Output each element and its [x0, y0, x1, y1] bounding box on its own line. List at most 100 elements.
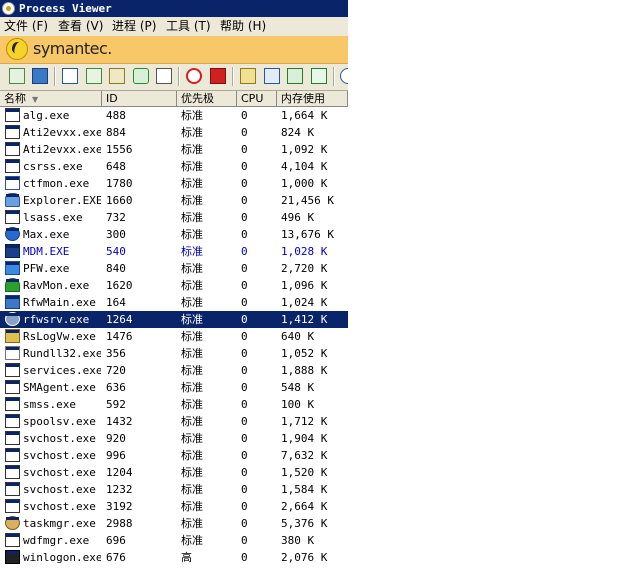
process-memory: 21,456 K [281, 194, 334, 207]
performance-icon[interactable] [264, 68, 280, 84]
process-memory: 1,000 K [281, 177, 328, 190]
table-row[interactable]: services.exe 720 标准 0 1,888 K [0, 362, 348, 379]
table-row[interactable]: MDM.EXE 540 标准 0 1,028 K [0, 243, 348, 260]
menu-file[interactable]: 文件 (F) [4, 17, 48, 36]
process-priority: 标准 [181, 160, 203, 173]
process-cpu: 0 [241, 177, 248, 190]
process-icon [5, 346, 20, 360]
process-name: services.exe [23, 364, 101, 377]
column-header-id[interactable]: ID [102, 91, 177, 107]
process-cpu: 0 [241, 500, 248, 513]
alert-icon[interactable] [210, 68, 226, 84]
table-row[interactable]: RfwMain.exe 164 标准 0 1,024 K [0, 294, 348, 311]
process-name: Rundll32.exe [23, 347, 101, 360]
run-icon[interactable] [133, 68, 149, 84]
windows-icon[interactable] [287, 68, 303, 84]
process-name: wdfmgr.exe [23, 534, 90, 547]
table-row[interactable]: svchost.exe 1232 标准 0 1,584 K [0, 481, 348, 498]
table-row[interactable]: Ati2evxx.exe 1556 标准 0 1,092 K [0, 141, 348, 158]
large-icons-view-icon[interactable] [62, 68, 78, 84]
column-header-cpu[interactable]: CPU [237, 91, 277, 107]
toolbar [0, 64, 348, 91]
process-id: 732 [106, 211, 126, 224]
process-priority: 标准 [181, 483, 203, 496]
process-priority: 标准 [181, 415, 203, 428]
process-id: 3192 [106, 500, 133, 513]
process-cpu: 0 [241, 415, 248, 428]
terminate-process-icon[interactable] [186, 68, 202, 84]
table-row[interactable]: svchost.exe 996 标准 0 7,632 K [0, 447, 348, 464]
process-name: svchost.exe [23, 483, 96, 496]
table-row[interactable]: rfwsrv.exe 1264 标准 0 1,412 K [0, 311, 348, 328]
process-name: svchost.exe [23, 432, 96, 445]
table-row[interactable]: svchost.exe 920 标准 0 1,904 K [0, 430, 348, 447]
refresh-icon[interactable] [9, 68, 25, 84]
table-row[interactable]: Ati2evxx.exe 884 标准 0 824 K [0, 124, 348, 141]
process-icon [5, 516, 20, 530]
process-name: winlogon.exe [23, 551, 101, 564]
table-row[interactable]: spoolsv.exe 1432 标准 0 1,712 K [0, 413, 348, 430]
process-id: 2988 [106, 517, 133, 530]
process-cpu: 0 [241, 228, 248, 241]
process-id: 1620 [106, 279, 133, 292]
modules-icon[interactable] [240, 68, 256, 84]
process-priority: 标准 [181, 126, 203, 139]
details-view-icon[interactable] [156, 68, 172, 84]
column-header-priority[interactable]: 优先极 [177, 91, 237, 107]
process-name: svchost.exe [23, 466, 96, 479]
table-row[interactable]: winlogon.exe 676 高 0 2,076 K [0, 549, 348, 566]
process-id: 164 [106, 296, 126, 309]
table-row[interactable]: SMAgent.exe 636 标准 0 548 K [0, 379, 348, 396]
table-row[interactable]: PFW.exe 840 标准 0 2,720 K [0, 260, 348, 277]
process-id: 592 [106, 398, 126, 411]
table-row[interactable]: RavMon.exe 1620 标准 0 1,096 K [0, 277, 348, 294]
column-header-name[interactable]: 名称 ▼ [0, 91, 102, 107]
process-priority: 标准 [181, 381, 203, 394]
process-icon [5, 380, 20, 394]
save-icon[interactable] [32, 68, 48, 84]
process-memory: 1,584 K [281, 483, 328, 496]
process-priority: 标准 [181, 500, 203, 513]
table-row[interactable]: svchost.exe 3192 标准 0 2,664 K [0, 498, 348, 515]
table-row[interactable]: ctfmon.exe 1780 标准 0 1,000 K [0, 175, 348, 192]
table-row[interactable]: lsass.exe 732 标准 0 496 K [0, 209, 348, 226]
table-row[interactable]: RsLogVw.exe 1476 标准 0 640 K [0, 328, 348, 345]
process-id: 920 [106, 432, 126, 445]
table-row[interactable]: Explorer.EXE 1660 标准 0 21,456 K [0, 192, 348, 209]
small-icons-view-icon[interactable] [86, 68, 102, 84]
process-memory: 100 K [281, 398, 315, 411]
menu-tools[interactable]: 工具 (T) [166, 17, 211, 36]
process-priority: 标准 [181, 177, 203, 190]
process-name: rfwsrv.exe [23, 313, 90, 326]
table-row[interactable]: smss.exe 592 标准 0 100 K [0, 396, 348, 413]
process-icon [5, 312, 20, 326]
process-name: smss.exe [23, 398, 76, 411]
process-priority: 标准 [181, 262, 203, 275]
column-header-memory[interactable]: 内存使用 [277, 91, 348, 107]
process-cpu: 0 [241, 364, 248, 377]
list-view-icon[interactable] [109, 68, 125, 84]
process-memory: 1,052 K [281, 347, 328, 360]
process-name: RsLogVw.exe [23, 330, 96, 343]
process-memory: 1,092 K [281, 143, 328, 156]
table-row[interactable]: svchost.exe 1204 标准 0 1,520 K [0, 464, 348, 481]
table-row[interactable]: taskmgr.exe 2988 标准 0 5,376 K [0, 515, 348, 532]
table-row[interactable]: csrss.exe 648 标准 0 4,104 K [0, 158, 348, 175]
menu-process[interactable]: 进程 (P) [112, 17, 156, 36]
process-name: PFW.exe [23, 262, 70, 275]
properties-icon[interactable] [311, 68, 327, 84]
process-name: SMAgent.exe [23, 381, 96, 394]
process-memory: 1,664 K [281, 109, 328, 122]
table-row[interactable]: Rundll32.exe 356 标准 0 1,052 K [0, 345, 348, 362]
menu-view[interactable]: 查看 (V) [58, 17, 103, 36]
table-row[interactable]: wdfmgr.exe 696 标准 0 380 K [0, 532, 348, 549]
search-icon[interactable] [340, 68, 348, 84]
table-row[interactable]: Max.exe 300 标准 0 13,676 K [0, 226, 348, 243]
menu-help[interactable]: 帮助 (H) [220, 17, 266, 36]
process-id: 488 [106, 109, 126, 122]
process-priority: 标准 [181, 109, 203, 122]
process-name: MDM.EXE [23, 245, 70, 258]
process-cpu: 0 [241, 126, 248, 139]
process-id: 648 [106, 160, 126, 173]
table-row[interactable]: alg.exe 488 标准 0 1,664 K [0, 107, 348, 124]
